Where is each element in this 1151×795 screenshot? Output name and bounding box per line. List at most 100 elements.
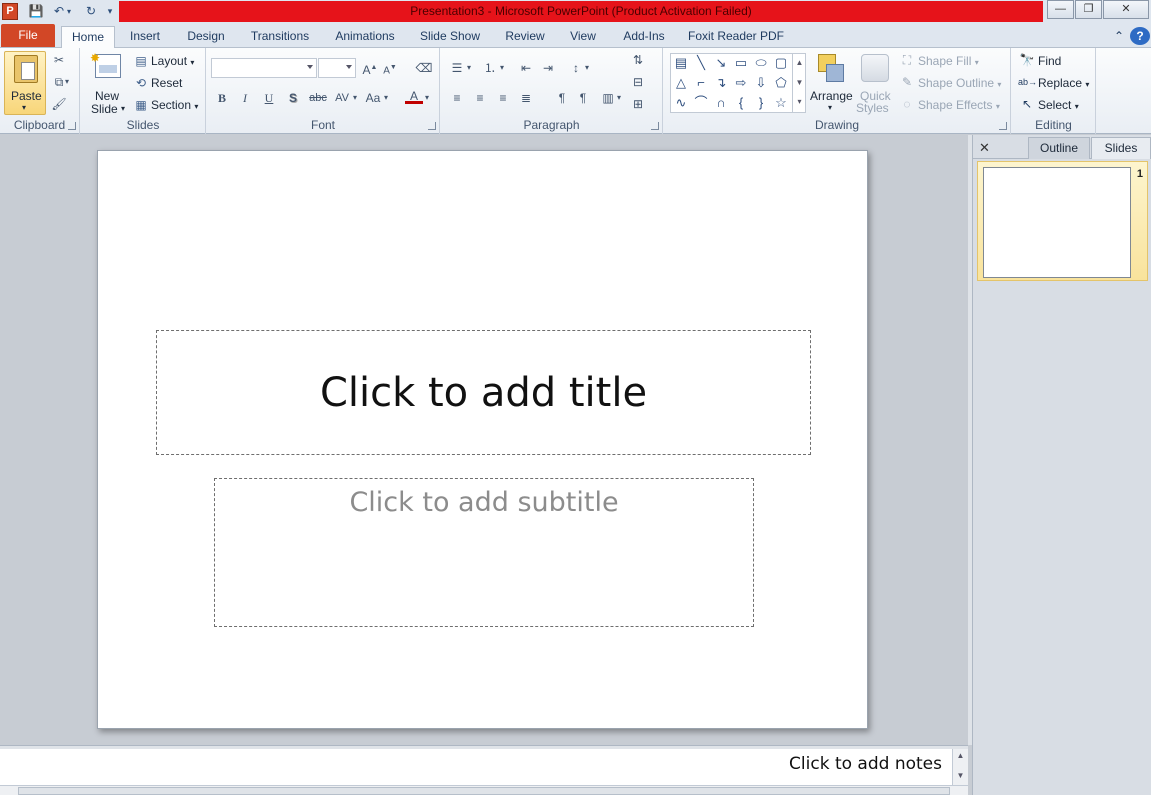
tab-insert[interactable]: Insert	[122, 26, 168, 48]
text-direction-icon[interactable]: ⇅	[629, 52, 647, 68]
shrink-font-icon[interactable]: A▼	[381, 60, 399, 76]
rounded-rectangle-shape-icon[interactable]: ▢	[772, 54, 790, 72]
drawing-launcher-icon[interactable]	[999, 122, 1007, 130]
character-spacing-dropdown-icon[interactable]: ▾	[351, 90, 359, 106]
shape-fill-button[interactable]: Shape Fill ▾	[918, 53, 979, 71]
decrease-indent-icon[interactable]: ⇤	[517, 60, 535, 76]
columns-dropdown-icon[interactable]: ▾	[615, 90, 623, 106]
triangle-shape-icon[interactable]: △	[672, 74, 690, 92]
shapes-gallery-scroll[interactable]: ▲ ▼ ▾	[792, 53, 806, 113]
change-case-icon[interactable]: Aa	[364, 90, 382, 106]
font-size-combo[interactable]	[318, 58, 356, 78]
right-arrow-shape-icon[interactable]: ⇨	[732, 74, 750, 92]
reset-button[interactable]: Reset	[151, 75, 182, 91]
shape-effects-button[interactable]: Shape Effects ▾	[918, 97, 1000, 115]
notes-pane[interactable]: Click to add notes	[0, 749, 952, 785]
gallery-up-icon[interactable]: ▲	[793, 53, 806, 73]
close-pane-icon[interactable]: ✕	[979, 140, 990, 156]
align-center-icon[interactable]: ≡	[471, 90, 489, 106]
shape-outline-button[interactable]: Shape Outline ▾	[918, 75, 1001, 93]
line-spacing-dropdown-icon[interactable]: ▾	[583, 60, 591, 76]
tab-slides[interactable]: Slides	[1091, 137, 1151, 159]
arrange-button[interactable]: Arrange ▾	[810, 52, 854, 118]
strikethrough-icon[interactable]: abc	[307, 90, 329, 106]
down-arrow-shape-icon[interactable]: ⇩	[752, 74, 770, 92]
numbering-dropdown-icon[interactable]: ▾	[498, 60, 506, 76]
horizontal-scrollbar[interactable]	[0, 785, 968, 795]
undo-dropdown-icon[interactable]: ▾	[64, 3, 74, 20]
character-spacing-icon[interactable]: AV	[333, 90, 351, 106]
horizontal-scroll-thumb[interactable]	[18, 787, 950, 795]
left-brace-shape-icon[interactable]: {	[732, 94, 750, 112]
tab-file[interactable]: File	[1, 24, 55, 47]
justify-icon[interactable]: ≣	[517, 90, 535, 106]
tab-review[interactable]: Review	[500, 26, 550, 48]
customize-qat-icon[interactable]: ▾	[104, 3, 116, 20]
close-button[interactable]: ✕	[1103, 0, 1149, 19]
select-button[interactable]: Select ▾	[1038, 97, 1079, 115]
arrow-line-shape-icon[interactable]: ↘	[712, 54, 730, 72]
tab-home[interactable]: Home	[61, 26, 115, 49]
oval-shape-icon[interactable]: ⬭	[752, 54, 770, 72]
font-name-combo[interactable]	[211, 58, 317, 78]
font-color-dropdown-icon[interactable]: ▾	[423, 90, 431, 106]
section-button[interactable]: Section ▾	[151, 97, 198, 115]
arc-shape-icon[interactable]: ⌒	[692, 94, 710, 112]
restore-button[interactable]: ❐	[1075, 0, 1102, 19]
tab-view[interactable]: View	[563, 26, 603, 48]
line-shape-icon[interactable]: ╲	[692, 54, 710, 72]
freeform-shape-icon[interactable]: ∿	[672, 94, 690, 112]
clear-formatting-icon[interactable]: ⌫	[415, 60, 433, 76]
curve-shape-icon[interactable]: ∩	[712, 94, 730, 112]
cut-icon[interactable]: ✂	[50, 52, 68, 68]
star-shape-icon[interactable]: ☆	[772, 94, 790, 112]
pentagon-shape-icon[interactable]: ⬠	[772, 74, 790, 92]
tab-transitions[interactable]: Transitions	[245, 26, 315, 48]
smartart-icon[interactable]: ⊞	[629, 96, 647, 112]
tab-design[interactable]: Design	[180, 26, 232, 48]
bold-icon[interactable]: B	[213, 90, 231, 106]
align-left-icon[interactable]: ≡	[448, 90, 466, 106]
tab-add-ins[interactable]: Add-Ins	[616, 26, 672, 48]
notes-scrollbar[interactable]: ▲ ▼	[952, 749, 968, 785]
font-color-icon[interactable]: A	[405, 88, 423, 104]
gallery-down-icon[interactable]: ▼	[793, 73, 806, 93]
bullets-dropdown-icon[interactable]: ▾	[465, 60, 473, 76]
save-icon[interactable]: 💾	[27, 3, 45, 20]
scroll-up-icon[interactable]: ▲	[953, 749, 968, 763]
redo-icon[interactable]: ↻	[82, 3, 100, 20]
scroll-down-icon[interactable]: ▼	[953, 769, 968, 783]
underline-icon[interactable]: U	[260, 90, 278, 106]
paste-button[interactable]: Paste ▾	[4, 51, 46, 115]
change-case-dropdown-icon[interactable]: ▾	[382, 90, 390, 106]
slide-thumbnail[interactable]	[983, 167, 1131, 278]
slide-thumbnail-item[interactable]: 1	[977, 161, 1148, 281]
minimize-ribbon-icon[interactable]: ⌃	[1110, 26, 1128, 48]
quick-styles-button[interactable]: Quick Styles	[856, 52, 896, 118]
tab-outline[interactable]: Outline	[1028, 137, 1090, 159]
tab-foxit-reader-pdf[interactable]: Foxit Reader PDF	[684, 26, 788, 48]
title-placeholder[interactable]: Click to add title	[156, 330, 811, 455]
rtl-icon[interactable]: ¶	[574, 90, 592, 106]
subtitle-placeholder[interactable]: Click to add subtitle	[214, 478, 754, 627]
bullets-icon[interactable]: ☰	[448, 60, 466, 76]
layout-button[interactable]: Layout ▾	[151, 53, 194, 71]
gallery-more-icon[interactable]: ▾	[793, 93, 806, 111]
text-shadow-icon[interactable]: S	[284, 90, 302, 106]
notes-placeholder[interactable]: Click to add notes	[789, 754, 942, 774]
powerpoint-app-icon[interactable]: P	[2, 3, 18, 20]
ltr-icon[interactable]: ¶	[553, 90, 571, 106]
format-painter-icon[interactable]: 🖌	[50, 96, 68, 112]
grow-font-icon[interactable]: A▲	[361, 60, 379, 77]
find-button[interactable]: Find	[1038, 53, 1061, 69]
font-launcher-icon[interactable]	[428, 122, 436, 130]
paragraph-launcher-icon[interactable]	[651, 122, 659, 130]
clipboard-launcher-icon[interactable]	[68, 122, 76, 130]
increase-indent-icon[interactable]: ⇥	[539, 60, 557, 76]
align-text-icon[interactable]: ⊟	[629, 74, 647, 90]
new-slide-button[interactable]: ✸ New Slide ▾	[87, 51, 127, 116]
minimize-button[interactable]: —	[1047, 0, 1074, 19]
textbox-shape-icon[interactable]: ▤	[672, 54, 690, 72]
rectangle-shape-icon[interactable]: ▭	[732, 54, 750, 72]
elbow-connector-shape-icon[interactable]: ⌐	[692, 74, 710, 92]
